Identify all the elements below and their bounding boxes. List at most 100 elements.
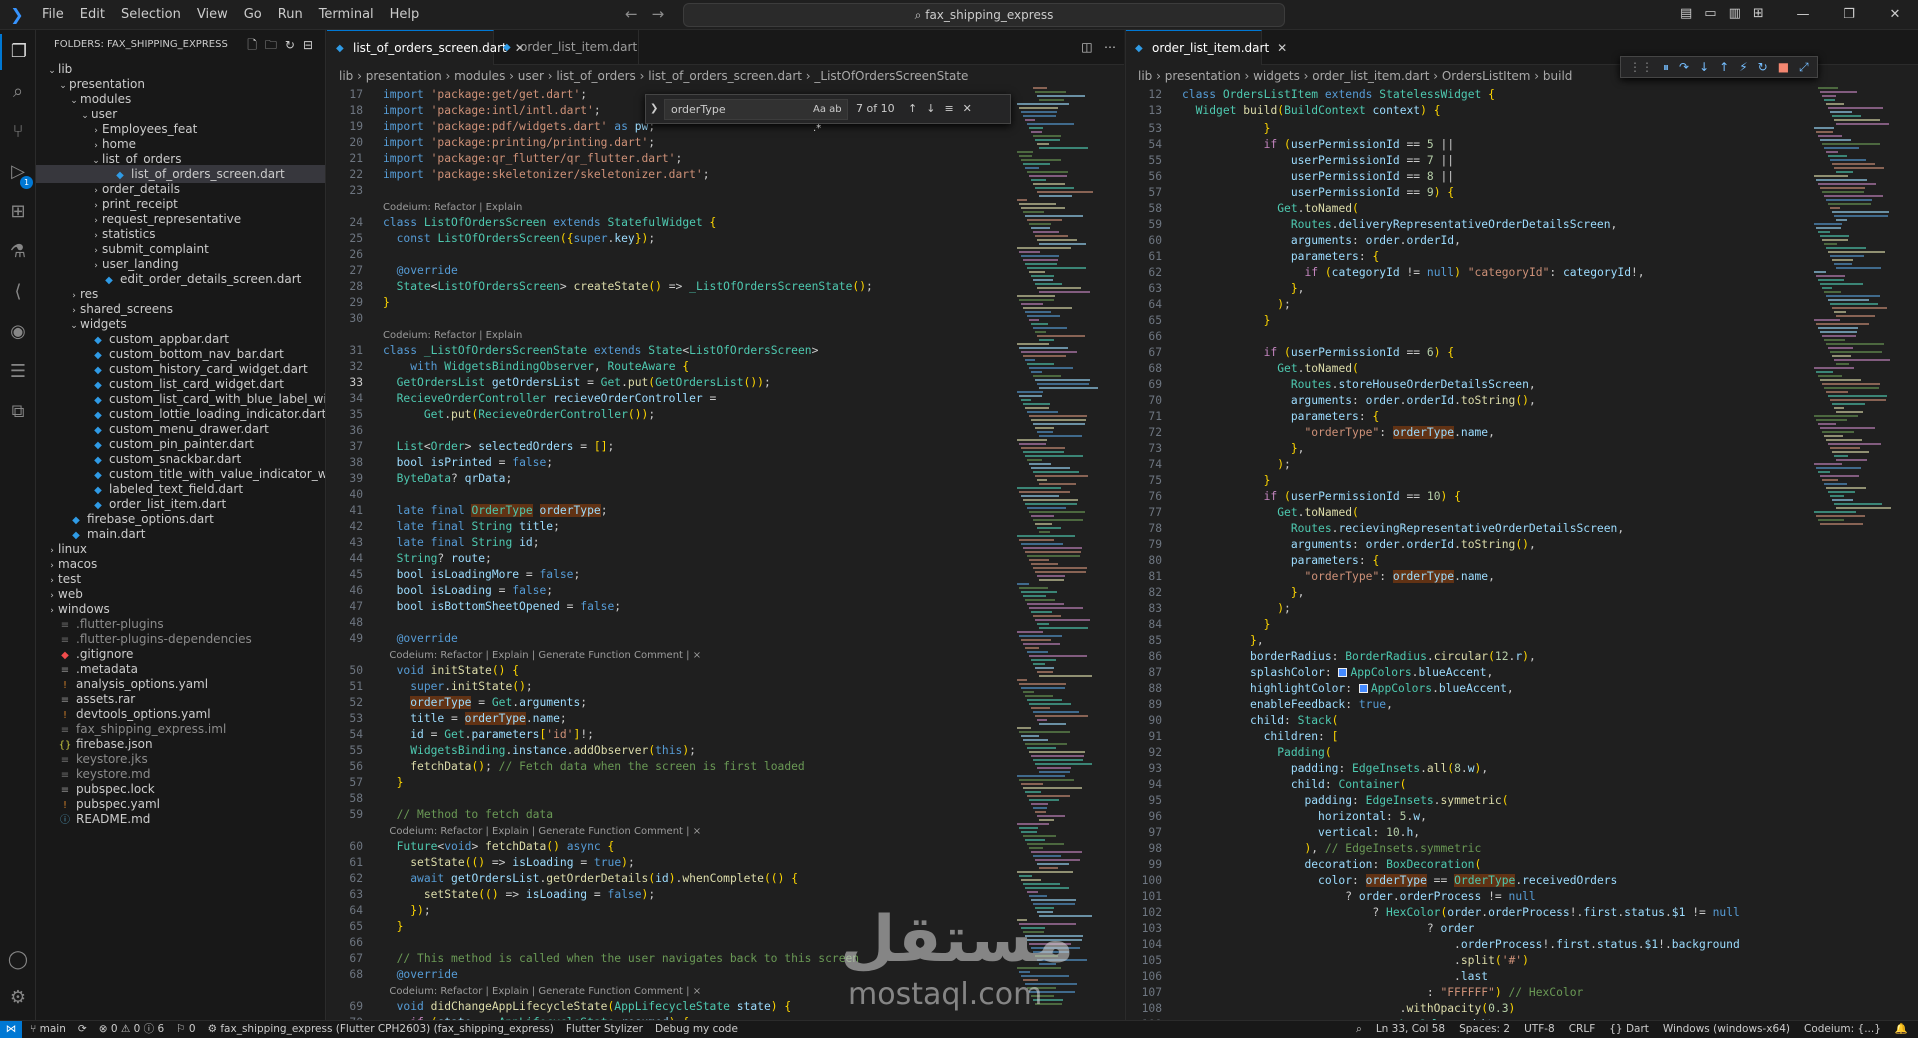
flutter-stylizer[interactable]: Flutter Stylizer: [566, 1021, 643, 1038]
outline-icon[interactable]: ☰: [0, 354, 36, 390]
command-center[interactable]: ⌕ fax_shipping_express: [683, 3, 1285, 27]
tab-list-of-orders-screen[interactable]: ◆ list_of_orders_screen.dart ✕: [327, 30, 525, 65]
indentation[interactable]: Spaces: 2: [1459, 1021, 1510, 1038]
language-mode[interactable]: {} Dart: [1609, 1021, 1649, 1038]
find-options[interactable]: Aa ab .*: [813, 100, 847, 138]
menu-item-go[interactable]: Go: [236, 0, 270, 30]
debug-my-code[interactable]: Debug my code: [655, 1021, 738, 1038]
code-lens[interactable]: Codeium: Refactor | Explain: [327, 327, 967, 343]
tab-order-list-item[interactable]: ◆ order_list_item.dart: [494, 30, 639, 65]
testing-icon[interactable]: ⚗: [0, 234, 36, 270]
search-icon[interactable]: ⌕: [0, 74, 36, 110]
line-number: 103: [1141, 922, 1162, 935]
breadcrumb[interactable]: lib › presentation › modules › user › li…: [327, 65, 1124, 87]
minimap-line: [1035, 379, 1090, 381]
branch-indicator[interactable]: ⑂ main: [30, 1021, 66, 1038]
minimap-line: [1033, 807, 1047, 809]
remote-icon[interactable]: ⋈: [0, 1021, 22, 1038]
source-control-icon[interactable]: ⑂: [0, 114, 36, 150]
customize-layout-icon[interactable]: ⊞: [1753, 6, 1764, 21]
line-number: 69: [349, 1000, 363, 1013]
line-number: 93: [1148, 762, 1162, 775]
tree-file[interactable]: ⓘ README.md: [36, 810, 325, 828]
left-minimap[interactable]: [1013, 87, 1113, 1020]
device-indicator[interactable]: ⚙ fax_shipping_express (Flutter CPH2603)…: [208, 1021, 554, 1038]
back-arrow-icon[interactable]: ←: [625, 5, 638, 23]
tab-order-list-item-right[interactable]: ◆ order_list_item.dart ✕: [1126, 30, 1287, 65]
minimize-icon[interactable]: —: [1780, 0, 1826, 30]
code-lens[interactable]: Codeium: Refactor | Explain | Generate F…: [327, 647, 967, 663]
color-swatch[interactable]: [1338, 668, 1348, 677]
minimap-line: [1039, 627, 1088, 629]
split-editor-icon[interactable]: ◫: [1081, 40, 1092, 54]
new-folder-icon[interactable]: 🗀: [265, 30, 277, 60]
cursor-position[interactable]: Ln 33, Col 58: [1376, 1021, 1445, 1038]
find-input[interactable]: orderType Aa ab .*: [664, 99, 848, 134]
menu-item-file[interactable]: File: [34, 0, 72, 30]
flutter-icon[interactable]: ⟨: [0, 274, 36, 310]
close-icon[interactable]: ✕: [1872, 0, 1918, 30]
close-find-icon[interactable]: ✕: [963, 95, 972, 123]
explorer-icon[interactable]: ❐: [0, 34, 36, 70]
more-actions-icon[interactable]: ⋯: [1104, 40, 1116, 54]
manage-icon[interactable]: ⚙: [0, 980, 36, 1016]
menu-item-edit[interactable]: Edit: [72, 0, 113, 30]
toggle-replace-icon[interactable]: ❯: [650, 95, 658, 123]
target-platform[interactable]: Windows (windows-x64): [1663, 1021, 1790, 1038]
restore-icon[interactable]: ❐: [1826, 0, 1872, 30]
encoding[interactable]: UTF-8: [1524, 1021, 1555, 1038]
refresh-icon[interactable]: ↻: [285, 30, 295, 60]
right-minimap[interactable]: [1810, 87, 1910, 1020]
step-into-icon[interactable]: ↓: [1699, 57, 1709, 77]
line-text: Future<void> fetchData() async {: [396, 840, 615, 853]
line-number: 62: [1148, 266, 1162, 279]
close-tab-icon[interactable]: ✕: [1277, 41, 1287, 55]
line-text: Codeium: Refactor | Explain | Generate F…: [383, 826, 702, 837]
account-icon[interactable]: ◯: [0, 942, 36, 978]
code-line: 40: [327, 487, 967, 503]
drag-handle-icon[interactable]: ⋮⋮: [1629, 57, 1653, 77]
collapse-all-icon[interactable]: ⊟: [303, 30, 313, 60]
codeium-icon[interactable]: ◉: [0, 314, 36, 350]
minimap-line: [1814, 367, 1854, 369]
devtools-icon[interactable]: ⤢: [1799, 57, 1809, 77]
menu-item-run[interactable]: Run: [270, 0, 311, 30]
end-of-line[interactable]: CRLF: [1569, 1021, 1596, 1038]
minimap-line: [1035, 955, 1058, 957]
menu-item-help[interactable]: Help: [382, 0, 428, 30]
forward-arrow-icon[interactable]: →: [652, 5, 665, 23]
previous-match-icon[interactable]: ↑: [908, 95, 917, 123]
pause-icon[interactable]: ⏸: [1663, 57, 1669, 77]
toggle-panel-icon[interactable]: ▭: [1704, 6, 1716, 21]
line-text: );: [1277, 298, 1291, 311]
menu-item-terminal[interactable]: Terminal: [311, 0, 382, 30]
code-lens[interactable]: Codeium: Refactor | Explain | Generate F…: [327, 823, 967, 839]
hot-reload-icon[interactable]: ⚡: [1739, 57, 1747, 77]
color-swatch[interactable]: [1358, 684, 1368, 693]
find-in-selection-icon[interactable]: ≡: [944, 95, 953, 123]
code-lens[interactable]: Codeium: Refactor | Explain | Generate F…: [327, 983, 967, 999]
minimap-line: [1039, 771, 1070, 773]
run-debug-icon[interactable]: ▷ 1: [0, 154, 36, 190]
code-line: 52 orderType = Get.arguments;: [327, 695, 967, 711]
menu-item-view[interactable]: View: [189, 0, 236, 30]
step-out-icon[interactable]: ↑: [1719, 57, 1729, 77]
next-match-icon[interactable]: ↓: [926, 95, 935, 123]
extensions-icon[interactable]: ⊞: [0, 194, 36, 230]
sync-icon[interactable]: ⟳: [78, 1021, 87, 1038]
codeium-status[interactable]: Codeium: {...}: [1804, 1021, 1881, 1038]
problems-indicator[interactable]: ⊗ 0 ⚠ 0 ⓘ 6: [99, 1021, 164, 1038]
notifications-icon[interactable]: 🔔: [1895, 1021, 1908, 1038]
toggle-primary-sidebar-icon[interactable]: ▤: [1680, 6, 1692, 21]
menu-item-selection[interactable]: Selection: [113, 0, 189, 30]
step-over-icon[interactable]: ↷: [1679, 57, 1689, 77]
new-file-icon[interactable]: 🗋: [247, 30, 257, 60]
code-lens[interactable]: Codeium: Refactor | Explain: [327, 199, 967, 215]
zoom-icon[interactable]: ⌕: [1356, 1021, 1362, 1038]
copy-icon[interactable]: ⧉: [0, 394, 36, 430]
ports-indicator[interactable]: ⚐ 0: [176, 1021, 195, 1038]
tree-label: keystore.md: [76, 767, 151, 781]
restart-icon[interactable]: ↻: [1758, 57, 1768, 77]
toggle-secondary-sidebar-icon[interactable]: ▥: [1729, 6, 1741, 21]
stop-icon[interactable]: ■: [1778, 57, 1789, 77]
